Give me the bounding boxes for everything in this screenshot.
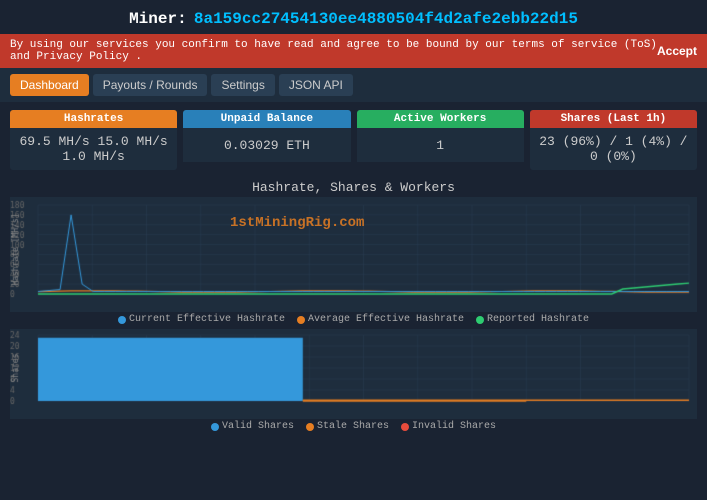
unpaid-value: 0.03029 ETH <box>183 128 350 162</box>
tos-message: By using our services you confirm to hav… <box>10 39 657 63</box>
shares-legend: Valid Shares Stale Shares Invalid Shares <box>10 421 697 432</box>
legend-stale: Stale Shares <box>306 421 389 432</box>
hashrate-legend: Current Effective Hashrate Average Effec… <box>10 314 697 325</box>
chart-title: Hashrate, Shares & Workers <box>10 180 697 195</box>
nav-dashboard[interactable]: Dashboard <box>10 74 89 96</box>
stats-row: Hashrates 69.5 MH/s 15.0 MH/s 1.0 MH/s U… <box>0 102 707 178</box>
legend-current: Current Effective Hashrate <box>118 314 285 325</box>
legend-average: Average Effective Hashrate <box>297 314 464 325</box>
hashrates-value: 69.5 MH/s 15.0 MH/s 1.0 MH/s <box>10 128 177 170</box>
legend-invalid-dot <box>401 423 409 431</box>
hashrates-header: Hashrates <box>10 110 177 128</box>
legend-valid-dot <box>211 423 219 431</box>
shares-card: Shares (Last 1h) 23 (96%) / 1 (4%) / 0 (… <box>530 110 697 170</box>
legend-reported: Reported Hashrate <box>476 314 589 325</box>
workers-card: Active Workers 1 <box>357 110 524 170</box>
legend-reported-label: Reported Hashrate <box>487 314 589 325</box>
legend-valid-label: Valid Shares <box>222 421 294 432</box>
workers-header: Active Workers <box>357 110 524 128</box>
unpaid-card: Unpaid Balance 0.03029 ETH <box>183 110 350 170</box>
miner-hash: 8a159cc27454130ee4880504f4d2afe2ebb22d15 <box>194 10 578 28</box>
unpaid-header: Unpaid Balance <box>183 110 350 128</box>
page-header: Miner: 8a159cc27454130ee4880504f4d2afe2e… <box>0 0 707 34</box>
legend-reported-dot <box>476 316 484 324</box>
hashrates-card: Hashrates 69.5 MH/s 15.0 MH/s 1.0 MH/s <box>10 110 177 170</box>
legend-stale-label: Stale Shares <box>317 421 389 432</box>
legend-valid: Valid Shares <box>211 421 294 432</box>
workers-value: 1 <box>357 128 524 162</box>
nav-json-api[interactable]: JSON API <box>279 74 353 96</box>
miner-label: Miner: <box>129 10 187 28</box>
legend-average-label: Average Effective Hashrate <box>308 314 464 325</box>
shares-chart-wrapper <box>10 329 697 419</box>
tos-bar: By using our services you confirm to hav… <box>0 34 707 68</box>
shares-chart <box>10 329 697 419</box>
legend-current-label: Current Effective Hashrate <box>129 314 285 325</box>
hashrate-chart-wrapper: 1stMiningRig.com <box>10 197 697 312</box>
legend-stale-dot <box>306 423 314 431</box>
legend-invalid-label: Invalid Shares <box>412 421 496 432</box>
legend-invalid: Invalid Shares <box>401 421 496 432</box>
legend-current-dot <box>118 316 126 324</box>
hashrate-chart <box>10 197 697 312</box>
shares-value: 23 (96%) / 1 (4%) / 0 (0%) <box>530 128 697 170</box>
shares-header: Shares (Last 1h) <box>530 110 697 128</box>
legend-average-dot <box>297 316 305 324</box>
navigation: Dashboard Payouts / Rounds Settings JSON… <box>0 68 707 102</box>
nav-settings[interactable]: Settings <box>211 74 274 96</box>
chart-section: Hashrate, Shares & Workers 1stMiningRig.… <box>0 178 707 432</box>
nav-payouts-rounds[interactable]: Payouts / Rounds <box>93 74 208 96</box>
accept-button[interactable]: Accept <box>657 44 697 58</box>
